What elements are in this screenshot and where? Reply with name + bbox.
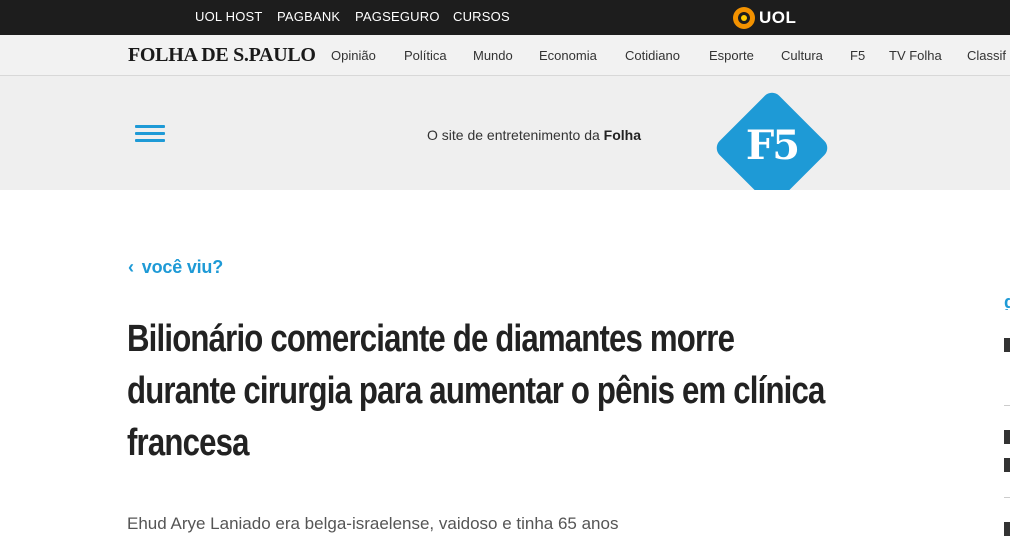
sidebar-heading-fragment: g — [1004, 292, 1010, 310]
cursos-link[interactable]: CURSOS — [453, 9, 510, 24]
headline-line: durante cirurgia para aumentar o pênis e… — [127, 370, 825, 412]
nav-item-tv-folha[interactable]: TV Folha — [889, 48, 942, 63]
sidebar-divider — [1004, 497, 1010, 498]
sidebar-item-fragment[interactable] — [1004, 430, 1010, 444]
uol-logo-icon — [733, 7, 755, 29]
headline-line: francesa — [127, 422, 249, 464]
uol-logo[interactable]: UOL — [733, 6, 796, 30]
pagbank-link[interactable]: PAGBANK — [277, 9, 340, 24]
folha-section-nav: FOLHA DE S.PAULO Opinião Política Mundo … — [0, 35, 1010, 76]
f5-tagline: O site de entretenimento da Folha — [427, 127, 642, 143]
chevron-left-icon: ‹ — [128, 257, 134, 277]
sidebar-divider — [1004, 405, 1010, 406]
sidebar-item-fragment[interactable] — [1004, 458, 1010, 472]
f5-header: O site de entretenimento da Folha F5 — [0, 76, 1010, 190]
headline-line: Bilionário comerciante de diamantes morr… — [127, 318, 735, 360]
folha-logo[interactable]: FOLHA DE S.PAULO — [128, 44, 316, 67]
nav-item-opiniao[interactable]: Opinião — [331, 48, 376, 63]
nav-item-economia[interactable]: Economia — [539, 48, 597, 63]
nav-item-f5[interactable]: F5 — [850, 48, 865, 63]
nav-item-cotidiano[interactable]: Cotidiano — [625, 48, 680, 63]
nav-item-politica[interactable]: Política — [404, 48, 447, 63]
article-kicker[interactable]: ‹ você viu? — [128, 257, 223, 278]
sidebar-item-fragment[interactable] — [1004, 522, 1010, 536]
nav-item-cultura[interactable]: Cultura — [781, 48, 823, 63]
uol-top-bar: UOL HOST PAGBANK PAGSEGURO CURSOS UOL — [0, 0, 1010, 35]
nav-item-esporte[interactable]: Esporte — [709, 48, 754, 63]
nav-item-mundo[interactable]: Mundo — [473, 48, 513, 63]
nav-item-classificados[interactable]: Classif — [967, 48, 1006, 63]
uol-logo-text: UOL — [759, 8, 797, 27]
hamburger-menu-icon[interactable] — [135, 125, 165, 145]
pagseguro-link[interactable]: PAGSEGURO — [355, 9, 440, 24]
article-subheadline: Ehud Arye Laniado era belga-israelense, … — [127, 514, 619, 533]
article-headline: Bilionário comerciante de diamantes morr… — [127, 313, 987, 469]
f5-logo[interactable]: F5 — [712, 88, 832, 190]
uol-host-link[interactable]: UOL HOST — [195, 9, 263, 24]
sidebar-item-fragment[interactable] — [1004, 338, 1010, 352]
tagline-brand: Folha — [603, 127, 642, 143]
f5-logo-text: F5 — [745, 122, 800, 169]
